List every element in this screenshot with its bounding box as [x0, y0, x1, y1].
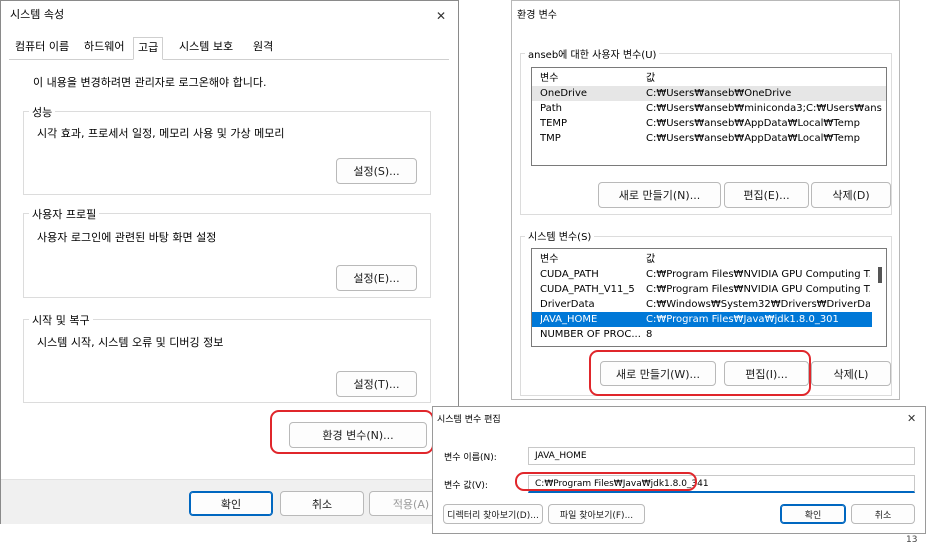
page-number: 13 — [906, 535, 918, 545]
close-icon[interactable]: ✕ — [436, 9, 446, 23]
system-variables-label: 시스템 변수(S) — [525, 228, 595, 243]
user-profile-settings-button[interactable]: 설정(E)... — [336, 265, 417, 291]
list-item[interactable]: CUDA_PATH C:₩Program Files₩NVIDIA GPU Co… — [532, 267, 886, 282]
list-item-name: NUMBER OF PROC... — [540, 329, 641, 340]
list-item-value: C:₩Program Files₩Java₩jdk1.8.0_301 — [646, 314, 839, 325]
performance-settings-button[interactable]: 설정(S)... — [336, 158, 417, 184]
envvars-title: 환경 변수 — [517, 10, 557, 21]
user-new-button[interactable]: 새로 만들기(N)... — [598, 182, 721, 208]
list-item-name: CUDA_PATH_V11_5 — [540, 284, 635, 295]
tab-system-protection[interactable]: 시스템 보호 — [175, 37, 237, 57]
user-delete-button[interactable]: 삭제(D) — [811, 182, 891, 208]
ok-button[interactable]: 확인 — [189, 491, 273, 516]
system-delete-button[interactable]: 삭제(L) — [811, 361, 891, 386]
list-item-value: C:₩Users₩anseb₩OneDrive — [646, 88, 792, 99]
tab-strip: 컴퓨터 이름 하드웨어 고급 시스템 보호 원격 — [9, 37, 449, 60]
system-buttons-highlight — [589, 350, 811, 396]
list-item[interactable]: NUMBER OF PROC... 8 — [532, 327, 886, 342]
environment-variables-window: 환경 변수 anseb에 대한 사용자 변수(U) 변수 값 OneDrive … — [511, 0, 900, 400]
list-item[interactable]: CUDA_PATH_V11_5 C:₩Program Files₩NVIDIA … — [532, 282, 886, 297]
list-item-value: C:₩Program Files₩NVIDIA GPU Computing T.… — [646, 284, 870, 295]
browse-directory-button[interactable]: 디렉터리 찾아보기(D)... — [443, 504, 543, 524]
list-item[interactable]: OneDrive C:₩Users₩anseb₩OneDrive — [532, 86, 886, 101]
user-variables-label: anseb에 대한 사용자 변수(U) — [525, 46, 660, 61]
tab-advanced[interactable]: 고급 — [133, 37, 164, 60]
list-item-name: Path — [540, 103, 562, 114]
close-icon[interactable]: ✕ — [907, 412, 916, 425]
tab-remote[interactable]: 원격 — [249, 37, 277, 57]
list-item-name: TEMP — [540, 118, 568, 129]
admin-note: 이 내용을 변경하려면 관리자로 로그온해야 합니다. — [33, 76, 267, 89]
user-edit-button[interactable]: 편집(E)... — [724, 182, 809, 208]
list-item-value: C:₩Users₩anseb₩AppData₩Local₩Temp — [646, 118, 860, 129]
list-item-name: DriverData — [540, 299, 595, 310]
list-item[interactable]: DriverData C:₩Windows₩System32₩Drivers₩D… — [532, 297, 886, 312]
variable-name-input[interactable]: JAVA_HOME — [528, 447, 915, 465]
cancel-button[interactable]: 취소 — [280, 491, 364, 516]
column-value: 값 — [646, 254, 656, 265]
sysprops-title: 시스템 속성 — [10, 8, 65, 21]
edit-cancel-button[interactable]: 취소 — [851, 504, 915, 524]
edit-ok-button[interactable]: 확인 — [780, 504, 846, 524]
variable-value-label: 변수 값(V): — [444, 481, 488, 491]
list-item-value: C:₩Windows₩System32₩Drivers₩DriverData — [646, 299, 870, 310]
env-button-highlight — [270, 410, 434, 454]
startup-recovery-settings-button[interactable]: 설정(T)... — [336, 371, 417, 397]
user-variables-list[interactable]: 변수 값 OneDrive C:₩Users₩anseb₩OneDrive Pa… — [531, 67, 887, 166]
startup-recovery-description: 시스템 시작, 시스템 오류 및 디버깅 정보 — [37, 336, 224, 349]
user-profile-description: 사용자 로그인에 관련된 바탕 화면 설정 — [37, 231, 217, 244]
list-item[interactable]: TMP C:₩Users₩anseb₩AppData₩Local₩Temp — [532, 131, 886, 146]
list-item-name: TMP — [540, 133, 561, 144]
value-field-highlight — [515, 472, 697, 491]
edit-system-variable-dialog: 시스템 변수 편집 ✕ 변수 이름(N): JAVA_HOME 변수 값(V):… — [432, 406, 926, 534]
list-item-value: C:₩Users₩anseb₩AppData₩Local₩Temp — [646, 133, 860, 144]
variable-name-label: 변수 이름(N): — [444, 453, 497, 463]
startup-recovery-label: 시작 및 복구 — [29, 312, 93, 328]
column-variable: 변수 — [540, 254, 559, 265]
list-item-name: JAVA_HOME — [540, 314, 598, 325]
list-item-name: CUDA_PATH — [540, 269, 599, 280]
list-item-value: C:₩Users₩anseb₩miniconda3;C:₩Users₩anse.… — [646, 103, 882, 114]
column-variable: 변수 — [540, 73, 559, 84]
list-header: 변수 값 — [532, 71, 886, 86]
scrollbar-thumb[interactable] — [878, 267, 882, 283]
column-value: 값 — [646, 73, 656, 84]
list-header: 변수 값 — [532, 252, 886, 267]
list-item-name: OneDrive — [540, 88, 588, 99]
list-item-selected[interactable]: JAVA_HOME C:₩Program Files₩Java₩jdk1.8.0… — [532, 312, 872, 327]
edit-dialog-title: 시스템 변수 편집 — [437, 415, 501, 425]
user-profile-label: 사용자 프로필 — [29, 206, 100, 222]
list-item-value: 8 — [646, 329, 653, 340]
list-item-value: C:₩Program Files₩NVIDIA GPU Computing T.… — [646, 269, 870, 280]
system-variables-list[interactable]: 변수 값 CUDA_PATH C:₩Program Files₩NVIDIA G… — [531, 248, 887, 347]
list-item[interactable]: TEMP C:₩Users₩anseb₩AppData₩Local₩Temp — [532, 116, 886, 131]
browse-file-button[interactable]: 파일 찾아보기(F)... — [548, 504, 645, 524]
list-item[interactable]: Path C:₩Users₩anseb₩miniconda3;C:₩Users₩… — [532, 101, 886, 116]
tab-hardware[interactable]: 하드웨어 — [80, 37, 128, 57]
tab-computer-name[interactable]: 컴퓨터 이름 — [11, 37, 73, 57]
performance-description: 시각 효과, 프로세서 일정, 메모리 사용 및 가상 메모리 — [37, 127, 285, 140]
performance-label: 성능 — [29, 104, 56, 120]
